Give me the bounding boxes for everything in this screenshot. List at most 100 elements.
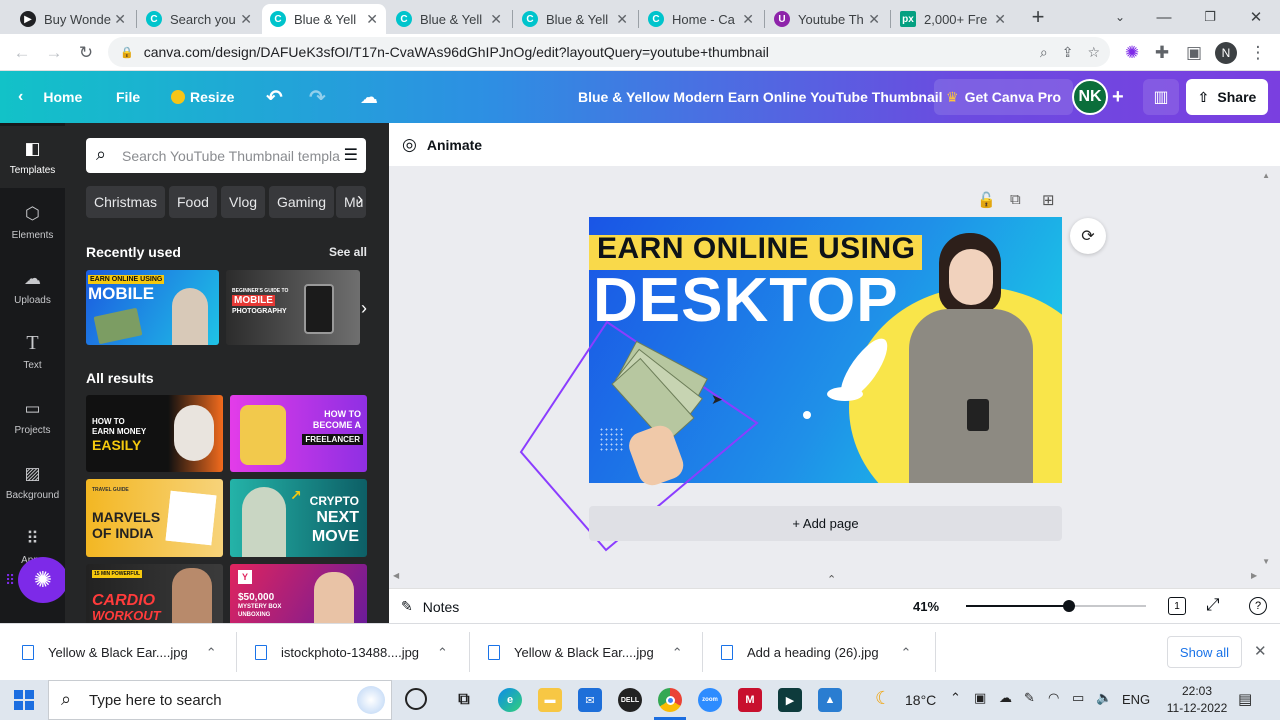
browser-tab[interactable]: U Youtube Th ✕ [766, 4, 888, 34]
see-all-link[interactable]: See all [329, 245, 367, 259]
download-chevron-icon[interactable]: ⌃ [672, 645, 683, 661]
design-title[interactable]: Blue & Yellow Modern Earn Online YouTube… [578, 71, 943, 123]
scroll-up-icon[interactable]: ▲ [1262, 171, 1270, 180]
browser-tab[interactable]: C Home - Ca ✕ [640, 4, 762, 34]
magic-assistant-button[interactable]: ✺ [18, 557, 68, 603]
download-chevron-icon[interactable]: ⌃ [901, 645, 912, 661]
rail-item-elements[interactable]: ⬡ Elements [0, 191, 65, 253]
add-page-icon[interactable]: ⊞ [1042, 191, 1055, 209]
show-hidden-icons-icon[interactable]: ⌃ [950, 690, 961, 706]
edge-browser-icon[interactable]: e [498, 688, 522, 712]
recent-template-thumb[interactable]: EARN ONLINE USING MOBILE [86, 270, 219, 345]
camtasia-icon[interactable]: ▶ [778, 688, 802, 712]
back-button[interactable]: ← [8, 39, 36, 67]
result-template-thumb[interactable]: HOW TO EARN MONEY EASILY [86, 395, 223, 472]
browser-tab[interactable]: ▶ Buy Wonde ✕ [12, 4, 134, 34]
help-icon[interactable]: ? [1249, 597, 1267, 615]
recent-template-thumb[interactable]: BEGINNER'S GUIDE TO MOBILE PHOTOGRAPHY [226, 270, 360, 345]
duplicate-page-icon[interactable]: ⧉ [1010, 191, 1021, 208]
share-page-icon[interactable]: ⇪ [1062, 44, 1074, 61]
home-button[interactable]: ‹ Home [18, 71, 82, 123]
download-item[interactable]: istockphoto-13488....jpg ⌃ [255, 624, 448, 681]
zoom-slider-handle[interactable] [1063, 600, 1075, 612]
dell-icon[interactable]: DELL [618, 688, 642, 712]
address-bar[interactable]: 🔒 canva.com/design/DAFUeK3sfOI/T17n-CvaW… [108, 37, 1110, 67]
browser-tab-active[interactable]: C Blue & Yell ✕ [262, 4, 386, 34]
template-search-input[interactable]: ⌕ Search YouTube Thumbnail templa ☰ [86, 138, 366, 173]
download-chevron-icon[interactable]: ⌃ [206, 645, 217, 661]
mcafee-icon[interactable]: M [738, 688, 762, 712]
rail-item-projects[interactable]: ▭ Projects [0, 386, 65, 448]
zoom-slider[interactable] [966, 600, 1146, 612]
file-explorer-icon[interactable]: ▬ [538, 688, 562, 712]
restore-window-button[interactable]: ❐ [1190, 4, 1230, 30]
rail-item-uploads[interactable]: ☁ Uploads [0, 256, 65, 318]
close-downloads-icon[interactable]: ✕ [1254, 642, 1267, 660]
show-pages-chevron-icon[interactable]: ⌃ [827, 573, 836, 586]
close-tab-icon[interactable]: ✕ [490, 11, 502, 28]
woman-photo[interactable] [889, 223, 1039, 483]
close-tab-icon[interactable]: ✕ [114, 11, 126, 28]
drag-handle-icon[interactable]: ⠿ [5, 572, 15, 589]
minimize-window-button[interactable]: — [1144, 4, 1184, 30]
share-button[interactable]: ⇧ Share [1186, 79, 1268, 115]
rail-item-text[interactable]: T Text [0, 321, 65, 383]
undo-button[interactable]: ↶ [266, 71, 283, 123]
download-item[interactable]: Yellow & Black Ear....jpg ⌃ [488, 624, 683, 681]
close-tab-icon[interactable]: ✕ [868, 11, 880, 28]
download-item[interactable]: Yellow & Black Ear....jpg ⌃ [22, 624, 217, 681]
task-view-icon[interactable]: ⧉ [452, 688, 476, 712]
money-hand-image[interactable] [611, 340, 708, 489]
result-template-thumb[interactable]: Y $50,000 MYSTERY BOX UNBOXING [230, 564, 367, 623]
add-collaborator-button[interactable]: + [1112, 71, 1124, 123]
chrome-icon[interactable] [658, 688, 682, 712]
white-dot-shape[interactable] [803, 411, 811, 419]
battery-icon[interactable]: ▭ [1072, 690, 1084, 706]
browser-tab[interactable]: px 2,000+ Fre ✕ [892, 4, 1014, 34]
scroll-down-icon[interactable]: ▼ [1262, 557, 1270, 566]
chrome-menu-icon[interactable]: ⋮ [1244, 39, 1272, 67]
extensions-puzzle-icon[interactable]: ✚ [1148, 39, 1176, 67]
browser-tab[interactable]: C Blue & Yell ✕ [514, 4, 636, 34]
chips-scroll-right-icon[interactable]: › [357, 189, 377, 215]
result-template-thumb[interactable]: TRAVEL GUIDE MARVELS OF INDIA [86, 479, 223, 557]
show-all-downloads-button[interactable]: Show all [1167, 636, 1242, 668]
headline-line1[interactable]: EARN ONLINE USING [597, 232, 916, 266]
chip-food[interactable]: Food [169, 186, 217, 218]
result-template-thumb[interactable]: HOW TO BECOME A FREELANCER [230, 395, 367, 472]
download-item[interactable]: Add a heading (26).jpg ⌃ [721, 624, 911, 681]
browser-tab[interactable]: C Search you ✕ [138, 4, 260, 34]
download-chevron-icon[interactable]: ⌃ [437, 645, 448, 661]
language-indicator[interactable]: ENG [1122, 692, 1150, 707]
redo-button[interactable]: ↷ [309, 71, 326, 123]
cortana-icon[interactable] [405, 688, 427, 710]
meet-now-icon[interactable]: ▣ [974, 690, 986, 706]
wifi-icon[interactable]: ◠ [1048, 690, 1059, 706]
extension-icon[interactable]: ✺ [1118, 39, 1146, 67]
vertical-scrollbar[interactable] [1266, 173, 1274, 573]
mail-icon[interactable]: ✉ [578, 688, 602, 712]
resize-button[interactable]: Resize [171, 71, 234, 123]
notes-button[interactable]: ✎ Notes [401, 598, 459, 615]
scroll-right-icon[interactable]: ▶ [1251, 571, 1257, 580]
lock-page-icon[interactable]: 🔓 [977, 191, 996, 209]
result-template-thumb[interactable]: ↗ CRYPTO NEXT MOVE [230, 479, 367, 557]
filter-icon[interactable]: ☰ [344, 145, 358, 165]
bookmark-star-icon[interactable]: ☆ [1087, 44, 1100, 61]
volume-icon[interactable]: 🔈 [1096, 690, 1112, 706]
close-tab-icon[interactable]: ✕ [240, 11, 252, 28]
zoom-percent[interactable]: 41% [913, 599, 939, 614]
page-count-button[interactable]: 1 [1168, 597, 1186, 615]
fullscreen-icon[interactable]: ⤢ [1206, 595, 1220, 615]
comment-button[interactable]: ⟳ [1070, 218, 1106, 254]
get-canva-pro-button[interactable]: ♛ Get Canva Pro [934, 79, 1074, 115]
white-splash-shape[interactable] [827, 387, 863, 401]
close-window-button[interactable]: ✕ [1236, 4, 1276, 30]
zoom-search-icon[interactable]: ⌕ [1040, 44, 1048, 61]
windows-start-icon[interactable] [14, 690, 34, 710]
chip-vlog[interactable]: Vlog [221, 186, 266, 218]
recent-scroll-right-icon[interactable]: › [361, 298, 367, 319]
side-panel-icon[interactable]: ▣ [1180, 39, 1208, 67]
file-menu-button[interactable]: File [116, 71, 140, 123]
chip-gaming[interactable]: Gaming [269, 186, 335, 218]
